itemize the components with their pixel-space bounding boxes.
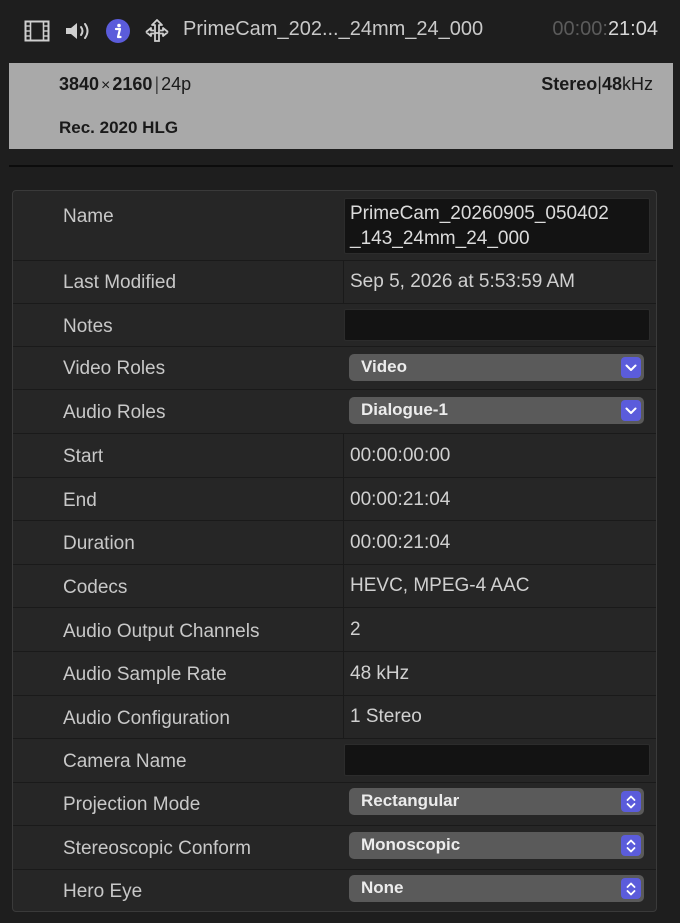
row-end: End 00:00:21:04 xyxy=(13,478,656,521)
audio-output-channels-label: Audio Output Channels xyxy=(63,621,260,642)
notes-label: Notes xyxy=(63,316,113,337)
video-roles-label: Video Roles xyxy=(63,358,166,379)
resolution-width: 3840 xyxy=(59,74,100,94)
row-audio-sample-rate: Audio Sample Rate 48 kHz xyxy=(13,652,656,696)
row-codecs: Codecs HEVC, MPEG-4 AAC xyxy=(13,565,656,608)
video-roles-value: Video xyxy=(361,357,407,376)
end-label: End xyxy=(63,490,97,511)
codecs-label: Codecs xyxy=(63,577,128,598)
resolution-x: × xyxy=(101,77,111,94)
share-icon[interactable] xyxy=(143,17,171,45)
audio-sample-rate-label: Audio Sample Rate xyxy=(63,664,227,685)
row-name: Name PrimeCam_20260905_050402 _143_24mm_… xyxy=(13,191,656,261)
projection-mode-value: Rectangular xyxy=(361,791,460,810)
audio-roles-popup[interactable]: Dialogue-1 xyxy=(349,397,644,424)
last-modified-value: Sep 5, 2026 at 5:53:59 AM xyxy=(350,271,576,292)
row-last-modified: Last Modified Sep 5, 2026 at 5:53:59 AM xyxy=(13,261,656,304)
name-value-line2: _143_24mm_24_000 xyxy=(350,228,530,249)
clip-title: PrimeCam_202..._24mm_24_000 xyxy=(183,18,484,40)
chevron-down-icon xyxy=(621,400,641,421)
info-icon[interactable] xyxy=(105,17,131,45)
notes-field[interactable] xyxy=(344,309,650,341)
row-duration: Duration 00:00:21:04 xyxy=(13,521,656,565)
row-audio-configuration: Audio Configuration 1 Stereo xyxy=(13,696,656,739)
audio-roles-value: Dialogue-1 xyxy=(361,400,448,419)
section-divider xyxy=(9,165,673,167)
chevron-down-icon xyxy=(621,357,641,378)
sample-rate-number: 48 xyxy=(601,74,622,94)
stereoscopic-conform-label: Stereoscopic Conform xyxy=(63,838,251,859)
hero-eye-popup[interactable]: None xyxy=(349,875,644,902)
name-field[interactable]: PrimeCam_20260905_050402 _143_24mm_24_00… xyxy=(344,198,650,254)
row-audio-output-channels: Audio Output Channels 2 xyxy=(13,608,656,652)
codecs-value: HEVC, MPEG-4 AAC xyxy=(350,575,530,596)
up-down-chevron-icon xyxy=(621,835,641,856)
hero-eye-label: Hero Eye xyxy=(63,881,143,902)
inspector-toolbar: PrimeCam_202..._24mm_24_000 00:00:21:04 xyxy=(0,0,680,62)
audio-configuration-label: Audio Configuration xyxy=(63,708,230,729)
video-format: 3840 × 2160 | 24p xyxy=(59,74,192,94)
up-down-chevron-icon xyxy=(621,791,641,812)
video-roles-popup[interactable]: Video xyxy=(349,354,644,381)
film-icon[interactable] xyxy=(24,17,50,45)
start-label: Start xyxy=(63,446,104,467)
start-value: 00:00:00:00 xyxy=(350,445,451,466)
timecode-lit: 21:04 xyxy=(607,18,658,40)
camera-name-field[interactable] xyxy=(344,744,650,776)
speaker-icon[interactable] xyxy=(64,17,92,45)
audio-format: Stereo|48kHz xyxy=(541,74,653,94)
clip-timecode: 00:00:21:04 xyxy=(552,18,658,41)
color-space: Rec. 2020 HLG xyxy=(59,118,179,137)
audio-roles-label: Audio Roles xyxy=(63,402,166,423)
duration-value: 00:00:21:04 xyxy=(350,532,451,553)
duration-label: Duration xyxy=(63,533,135,554)
audio-sample-rate-value: 48 kHz xyxy=(350,663,410,684)
timecode-dim: 00:00: xyxy=(552,18,608,40)
end-value: 00:00:21:04 xyxy=(350,489,451,510)
projection-mode-popup[interactable]: Rectangular xyxy=(349,788,644,815)
last-modified-label: Last Modified xyxy=(63,272,177,293)
hero-eye-value: None xyxy=(361,878,404,897)
row-video-roles: Video Roles Video xyxy=(13,347,656,390)
name-value-line1: PrimeCam_20260905_050402 xyxy=(350,203,609,224)
row-camera-name: Camera Name xyxy=(13,739,656,783)
camera-name-label: Camera Name xyxy=(63,751,187,772)
audio-output-channels-value: 2 xyxy=(350,619,361,640)
audio-configuration-value: 1 Stereo xyxy=(350,706,422,727)
row-start: Start 00:00:00:00 xyxy=(13,434,656,478)
row-audio-roles: Audio Roles Dialogue-1 xyxy=(13,390,656,434)
row-projection-mode: Projection Mode Rectangular xyxy=(13,783,656,826)
frame-rate: 24p xyxy=(161,74,192,94)
stereoscopic-conform-popup[interactable]: Monoscopic xyxy=(349,832,644,859)
audio-channels: Stereo xyxy=(541,74,598,94)
projection-mode-label: Projection Mode xyxy=(63,794,201,815)
row-stereoscopic-conform: Stereoscopic Conform Monoscopic xyxy=(13,826,656,870)
sample-rate-unit: kHz xyxy=(622,74,653,94)
clip-info-header: 3840 × 2160 | 24p Stereo|48kHz Rec. 2020 HLG xyxy=(9,63,673,149)
resolution-height: 2160 xyxy=(112,74,153,94)
row-notes: Notes xyxy=(13,304,656,347)
stereoscopic-conform-value: Monoscopic xyxy=(361,835,461,854)
row-hero-eye: Hero Eye None xyxy=(13,870,656,911)
up-down-chevron-icon xyxy=(621,878,641,899)
metadata-inspector: Name PrimeCam_20260905_050402 _143_24mm_… xyxy=(12,190,657,912)
name-label: Name xyxy=(63,206,114,227)
